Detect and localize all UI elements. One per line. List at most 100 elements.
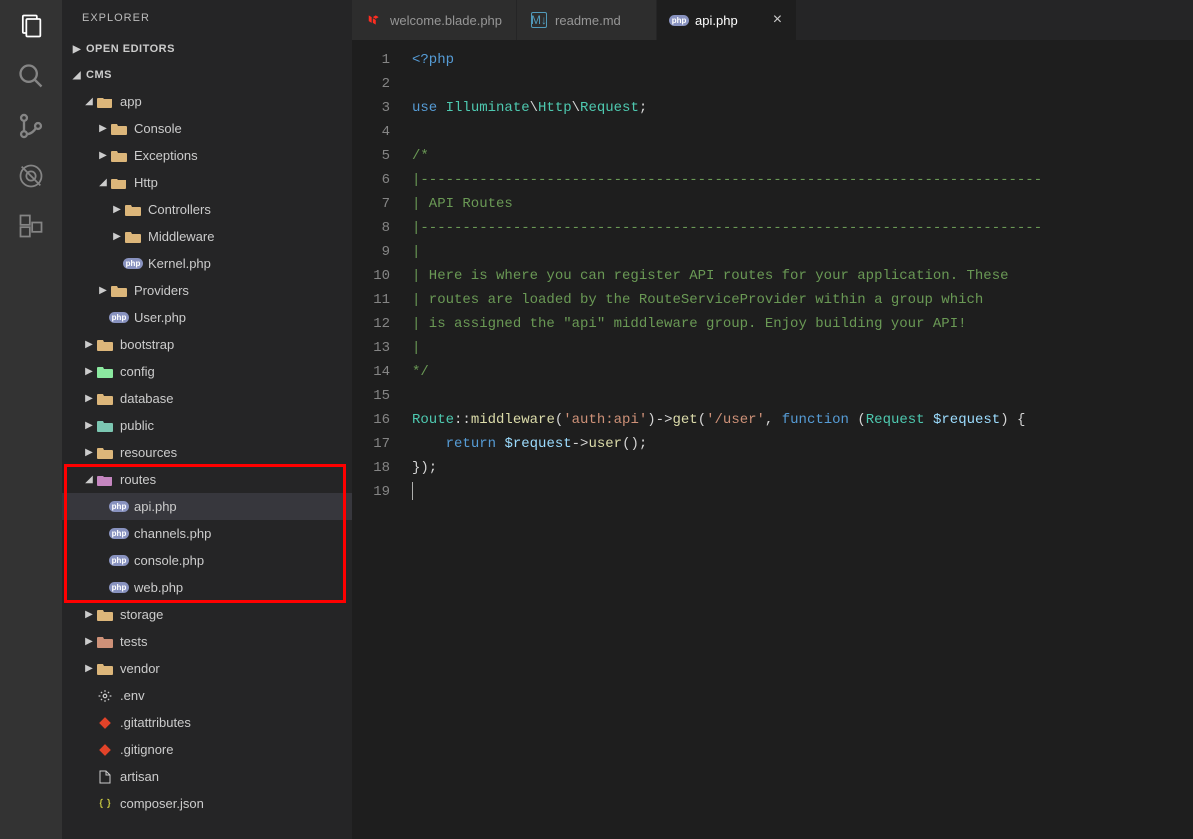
tree-file[interactable]: ▶phpconsole.php — [62, 547, 352, 574]
tree-item-label: artisan — [120, 769, 159, 784]
tree-file[interactable]: ▶phpweb.php — [62, 574, 352, 601]
tree-folder[interactable]: ▶bootstrap — [62, 331, 352, 358]
folder-icon — [110, 147, 128, 165]
chevron-right-icon: ▶ — [110, 231, 124, 242]
line-number: 4 — [352, 120, 390, 144]
chevron-right-icon: ▶ — [82, 447, 96, 458]
tree-item-label: User.php — [134, 310, 186, 325]
code-editor[interactable]: 12345678910111213141516171819 <?php use … — [352, 40, 1193, 839]
editor-area: welcome.blade.phpM↓readme.mdphpapi.php× … — [352, 0, 1193, 839]
tree-folder[interactable]: ◢app — [62, 88, 352, 115]
tree-file[interactable]: ▶phpUser.php — [62, 304, 352, 331]
php-icon: php — [110, 579, 128, 597]
code-line: <?php — [412, 48, 1193, 72]
line-number: 6 — [352, 168, 390, 192]
code-line: use Illuminate\Http\Request; — [412, 96, 1193, 120]
source-control-icon[interactable] — [17, 112, 45, 140]
tree-folder[interactable]: ◢routes — [62, 466, 352, 493]
extensions-icon[interactable] — [17, 212, 45, 240]
line-number: 1 — [352, 48, 390, 72]
tree-folder[interactable]: ◢Http — [62, 169, 352, 196]
code-line: Route::middleware('auth:api')->get('/use… — [412, 408, 1193, 432]
line-number: 8 — [352, 216, 390, 240]
line-number: 3 — [352, 96, 390, 120]
sidebar: EXPLORER ▶ OPEN EDITORS ◢ CMS ◢app▶Conso… — [62, 0, 352, 839]
tree-item-label: app — [120, 94, 142, 109]
debug-icon[interactable] — [17, 162, 45, 190]
chevron-down-icon: ◢ — [70, 70, 84, 81]
tree-file[interactable]: ▶.env — [62, 682, 352, 709]
tree-item-label: Exceptions — [134, 148, 198, 163]
tree-folder[interactable]: ▶Exceptions — [62, 142, 352, 169]
project-section[interactable]: ◢ CMS — [62, 62, 352, 88]
code-line: | API Routes — [412, 192, 1193, 216]
folder-open-icon — [110, 174, 128, 192]
php-icon: php — [110, 552, 128, 570]
code-line: | is assigned the "api" middleware group… — [412, 312, 1193, 336]
tree-folder[interactable]: ▶resources — [62, 439, 352, 466]
tree-item-label: vendor — [120, 661, 160, 676]
php-icon: php — [671, 12, 687, 28]
json-icon — [96, 795, 114, 813]
file-icon — [96, 768, 114, 786]
tree-file[interactable]: ▶artisan — [62, 763, 352, 790]
folder-open-icon — [96, 93, 114, 111]
line-number: 16 — [352, 408, 390, 432]
open-editors-section[interactable]: ▶ OPEN EDITORS — [62, 36, 352, 62]
explorer-icon[interactable] — [17, 12, 45, 40]
chevron-right-icon: ▶ — [110, 204, 124, 215]
tree-item-label: Kernel.php — [148, 256, 211, 271]
code-content[interactable]: <?php use Illuminate\Http\Request; /*|--… — [412, 48, 1193, 839]
tree-item-label: public — [120, 418, 154, 433]
chevron-down-icon: ◢ — [96, 177, 110, 188]
tree-folder[interactable]: ▶ Middleware — [62, 223, 352, 250]
sidebar-title: EXPLORER — [62, 0, 352, 36]
chevron-right-icon: ▶ — [96, 285, 110, 296]
laravel-icon — [366, 12, 382, 28]
php-icon: php — [110, 498, 128, 516]
editor-tab[interactable]: welcome.blade.php — [352, 0, 517, 40]
line-number: 9 — [352, 240, 390, 264]
tree-folder[interactable]: ▶ public — [62, 412, 352, 439]
tree-folder[interactable]: ▶storage — [62, 601, 352, 628]
markdown-icon: M↓ — [531, 12, 547, 28]
tree-folder[interactable]: ▶Console — [62, 115, 352, 142]
tree-item-label: database — [120, 391, 174, 406]
tree-item-label: config — [120, 364, 155, 379]
line-number: 15 — [352, 384, 390, 408]
line-number: 5 — [352, 144, 390, 168]
chevron-right-icon: ▶ — [82, 393, 96, 404]
line-number: 17 — [352, 432, 390, 456]
tree-folder[interactable]: ▶tests — [62, 628, 352, 655]
code-line: |---------------------------------------… — [412, 168, 1193, 192]
tree-folder[interactable]: ▶ database — [62, 385, 352, 412]
code-line: | — [412, 336, 1193, 360]
tree-item-label: bootstrap — [120, 337, 174, 352]
tree-file[interactable]: ▶composer.json — [62, 790, 352, 817]
tree-folder[interactable]: ▶Providers — [62, 277, 352, 304]
tree-folder[interactable]: ▶config — [62, 358, 352, 385]
tree-item-label: .gitignore — [120, 742, 173, 757]
tree-file[interactable]: ▶.gitignore — [62, 736, 352, 763]
editor-tabs: welcome.blade.phpM↓readme.mdphpapi.php× — [352, 0, 1193, 40]
tree-item-label: Middleware — [148, 229, 214, 244]
tab-label: readme.md — [555, 13, 621, 28]
php-icon: php — [110, 309, 128, 327]
editor-tab[interactable]: phpapi.php× — [657, 0, 797, 40]
tree-folder[interactable]: ▶Controllers — [62, 196, 352, 223]
tree-file[interactable]: ▶phpchannels.php — [62, 520, 352, 547]
search-icon[interactable] — [17, 62, 45, 90]
editor-tab[interactable]: M↓ readme.md — [517, 0, 657, 40]
close-icon[interactable]: × — [773, 12, 782, 28]
file-tree: ◢app▶Console▶Exceptions◢Http▶Controllers… — [62, 88, 352, 839]
project-label: CMS — [86, 69, 112, 81]
tree-file[interactable]: ▶phpKernel.php — [62, 250, 352, 277]
chevron-right-icon: ▶ — [82, 420, 96, 431]
tree-folder[interactable]: ▶vendor — [62, 655, 352, 682]
cursor — [412, 482, 413, 500]
tree-file[interactable]: ▶.gitattributes — [62, 709, 352, 736]
tree-file[interactable]: ▶phpapi.php — [62, 493, 352, 520]
line-number: 7 — [352, 192, 390, 216]
line-number: 11 — [352, 288, 390, 312]
chevron-right-icon: ▶ — [70, 44, 84, 55]
